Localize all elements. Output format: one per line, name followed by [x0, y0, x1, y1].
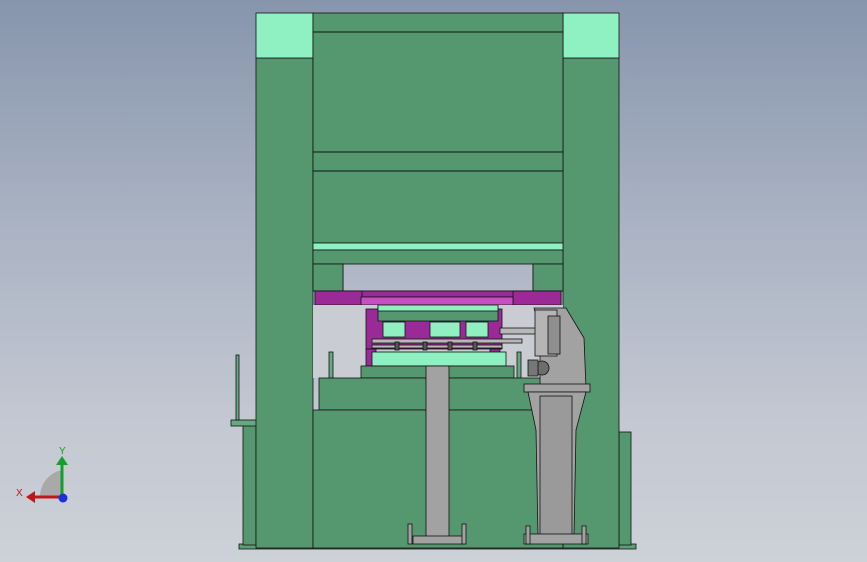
upper-die-center: [360, 296, 514, 306]
left-side-cap: [230, 419, 258, 427]
left-upright: [255, 57, 314, 549]
cushion-foot-left: [407, 523, 413, 545]
crown-lower-band: [312, 151, 564, 172]
die-punch-mid: [429, 321, 461, 338]
left-guide-post: [328, 351, 334, 379]
triad-y-label: Y: [59, 446, 66, 457]
right-side-bracket: [618, 431, 632, 546]
crown-cap-left: [255, 12, 314, 59]
feeder-foot-stud-left: [525, 525, 531, 545]
slide-lower: [312, 249, 564, 265]
slide-face-strip: [312, 242, 564, 251]
triad-z-axis: [58, 493, 68, 503]
slide-body: [312, 170, 564, 244]
cushion-base: [412, 535, 464, 545]
crown-body: [312, 31, 564, 153]
slide-step-left: [312, 263, 344, 292]
right-guide-post: [516, 351, 522, 379]
cushion-foot-right: [461, 523, 467, 545]
left-guide-rod: [235, 354, 240, 421]
left-side-bracket: [242, 424, 257, 546]
triad-x-label: X: [16, 488, 23, 499]
triad-plane-arc: [39, 470, 62, 497]
feeder-foot: [523, 533, 589, 545]
transfer-bar: [371, 338, 523, 344]
upper-die-right-block: [512, 290, 562, 306]
cad-viewport[interactable]: Y X: [0, 0, 867, 562]
triad-y-arrow: [56, 456, 68, 465]
triad-x-arrow: [26, 491, 35, 503]
transfer-bar-lower: [371, 344, 503, 349]
feeder-base-plate: [523, 383, 591, 393]
crown-cap-right: [562, 12, 620, 59]
press-model[interactable]: [230, 12, 637, 550]
die-punch-left: [382, 321, 406, 338]
feeder-bracket: [547, 315, 561, 355]
die-set-mint-plate: [377, 304, 499, 312]
lower-die-plate: [371, 351, 507, 367]
orientation-triad: Y X: [16, 446, 68, 503]
die-punch-right: [465, 321, 489, 338]
slide-bottom: [312, 263, 564, 292]
crown-top-band: [312, 12, 564, 33]
feeder-foot-stud-right: [581, 525, 587, 545]
cushion-column: [425, 365, 450, 539]
feeder-column: [539, 395, 573, 537]
upper-die-left-block: [314, 290, 363, 306]
slide-step-right: [532, 263, 564, 292]
feeder-motor-cap: [527, 359, 539, 377]
